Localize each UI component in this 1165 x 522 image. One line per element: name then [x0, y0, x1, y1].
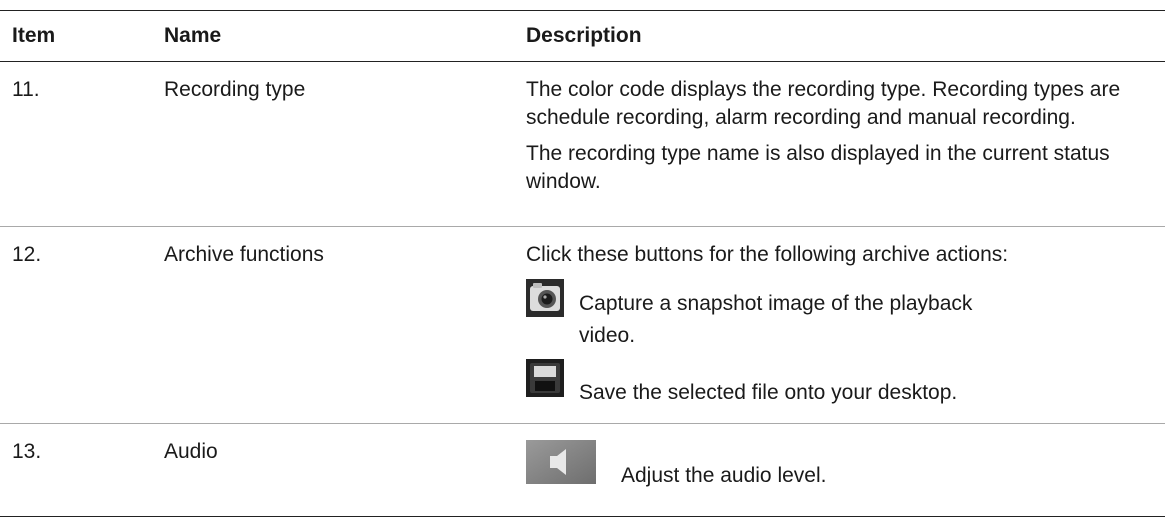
row-description-intro: Click these buttons for the following ar… — [526, 243, 1009, 266]
header-item: Item — [12, 24, 56, 47]
row-item-number: 12. — [12, 243, 42, 266]
action-text: video. — [579, 324, 636, 347]
action-text: Save the selected file onto your desktop… — [579, 381, 958, 404]
row-item-number: 11. — [12, 78, 40, 101]
camera-snapshot-icon — [526, 279, 564, 317]
table-row: 13. Audio Adjust the audio level. — [0, 424, 1165, 517]
row-name: Recording type — [164, 78, 306, 101]
row-name: Audio — [164, 440, 218, 463]
description-paragraph: The color code displays the recording ty… — [526, 78, 1121, 129]
description-paragraph: The recording type name is also displaye… — [526, 142, 1110, 193]
documentation-table: Item Name Description 11. Recording type… — [0, 10, 1165, 517]
speaker-icon — [526, 440, 596, 484]
table-header: Item Name Description — [0, 10, 1165, 62]
table-row: 12. Archive functions Click these button… — [0, 227, 1165, 424]
table-row: 11. Recording type The color code displa… — [0, 62, 1165, 227]
action-text: Capture a snapshot image of the playback — [579, 292, 973, 315]
header-description: Description — [526, 24, 642, 47]
row-name: Archive functions — [164, 243, 324, 266]
header-name: Name — [164, 24, 222, 47]
action-text: Adjust the audio level. — [621, 464, 827, 487]
row-description: The color code displays the recording ty… — [526, 76, 1156, 196]
save-disk-icon — [526, 359, 564, 397]
row-item-number: 13. — [12, 440, 42, 463]
